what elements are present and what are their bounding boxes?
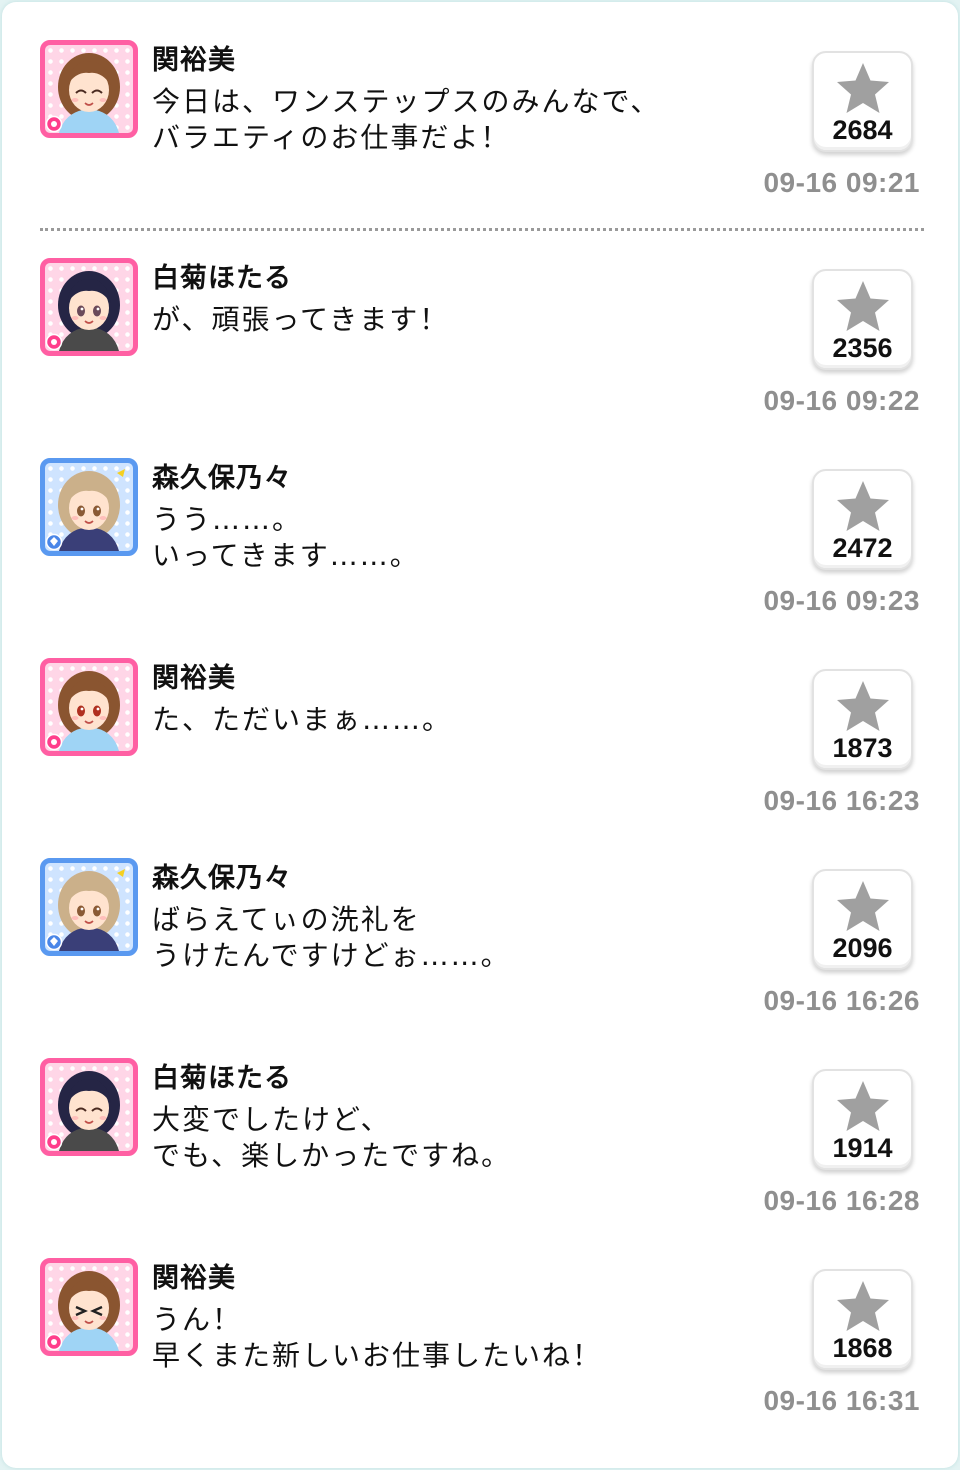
post-author: 森久保乃々 (152, 863, 292, 894)
star-icon (837, 681, 889, 731)
star-button[interactable]: 2684 (812, 51, 913, 152)
character-portrait (45, 1271, 120, 1351)
avatar[interactable] (40, 40, 138, 138)
post-item: 白菊ほたる 大変でしたけど、 でも、楽しかったですね。 1914 09-16 1… (2, 1020, 958, 1216)
star-button[interactable]: 2096 (812, 869, 913, 970)
post-author: 関裕美 (152, 45, 236, 76)
star-icon (837, 1081, 889, 1131)
star-count: 1914 (832, 1133, 893, 1163)
character-portrait (45, 271, 120, 351)
avatar[interactable] (40, 858, 138, 956)
star-button[interactable]: 2356 (812, 269, 913, 370)
post-item: 森久保乃々 うう……。 いってきます……。 2472 09-16 09:23 (2, 420, 958, 616)
post-message: た、ただいまぁ……。 (152, 703, 453, 736)
timestamp: 09-16 16:26 (763, 985, 920, 1016)
star-icon (837, 63, 889, 113)
post-message: うん！ 早くまた新しいお仕事したいね！ (152, 1303, 603, 1372)
star-count: 1873 (832, 733, 893, 763)
avatar[interactable] (40, 658, 138, 756)
post-item: 関裕美 た、ただいまぁ……。 1873 09-16 16:23 (2, 620, 958, 816)
post-author: 関裕美 (152, 1263, 236, 1294)
post-author: 白菊ほたる (152, 1063, 292, 1094)
flower-badge-icon (45, 333, 63, 351)
star-count: 2096 (832, 933, 893, 963)
timestamp: 09-16 16:28 (763, 1185, 920, 1216)
timeline-panel: 関裕美 今日は、ワンステップスのみんなで、 バラエティのお仕事だよ！ 2684 … (2, 2, 958, 1468)
timestamp: 09-16 16:23 (763, 785, 920, 816)
star-icon (837, 281, 889, 331)
star-icon (837, 1281, 889, 1331)
avatar[interactable] (40, 1258, 138, 1356)
post-item: 関裕美 今日は、ワンステップスのみんなで、 バラエティのお仕事だよ！ 2684 … (2, 2, 958, 198)
star-button[interactable]: 1914 (812, 1069, 913, 1170)
post-item: 関裕美 うん！ 早くまた新しいお仕事したいね！ 1868 09-16 16:31 (2, 1220, 958, 1416)
star-count: 2472 (832, 533, 893, 563)
avatar[interactable] (40, 458, 138, 556)
flower-badge-icon (45, 733, 63, 751)
star-icon (837, 881, 889, 931)
star-count: 2684 (832, 115, 893, 145)
star-count: 1868 (832, 1333, 893, 1363)
flower-badge-icon (45, 115, 63, 133)
avatar[interactable] (40, 1058, 138, 1156)
post-author: 関裕美 (152, 663, 236, 694)
character-portrait (45, 1071, 120, 1151)
post-author: 白菊ほたる (152, 263, 292, 294)
post-message: ばらえてぃの洗礼を うけたんですけどぉ……。 (152, 903, 511, 972)
timestamp: 09-16 16:31 (763, 1385, 920, 1416)
character-portrait (45, 53, 120, 133)
diamond-badge-icon (45, 533, 63, 551)
timestamp: 09-16 09:22 (763, 385, 920, 416)
star-button[interactable]: 2472 (812, 469, 913, 570)
flower-badge-icon (45, 1133, 63, 1151)
star-button[interactable]: 1868 (812, 1269, 913, 1370)
star-count: 2356 (832, 333, 893, 363)
post-item: 森久保乃々 ばらえてぃの洗礼を うけたんですけどぉ……。 2096 09-16 … (2, 820, 958, 1016)
avatar[interactable] (40, 258, 138, 356)
character-portrait (45, 671, 120, 751)
timestamp: 09-16 09:23 (763, 585, 920, 616)
post-author: 森久保乃々 (152, 463, 292, 494)
post-message: 今日は、ワンステップスのみんなで、 バラエティのお仕事だよ！ (152, 85, 661, 154)
star-icon (837, 481, 889, 531)
post-message: 大変でしたけど、 でも、楽しかったですね。 (152, 1103, 512, 1172)
character-portrait (45, 869, 125, 951)
post-item: 白菊ほたる が、頑張ってきます！ 2356 09-16 09:22 (2, 220, 958, 416)
flower-badge-icon (45, 1333, 63, 1351)
post-message: うう……。 いってきます……。 (152, 503, 420, 572)
star-button[interactable]: 1873 (812, 669, 913, 770)
diamond-badge-icon (45, 933, 63, 951)
timestamp: 09-16 09:21 (763, 167, 920, 198)
post-message: が、頑張ってきます！ (152, 303, 450, 336)
character-portrait (45, 469, 125, 551)
